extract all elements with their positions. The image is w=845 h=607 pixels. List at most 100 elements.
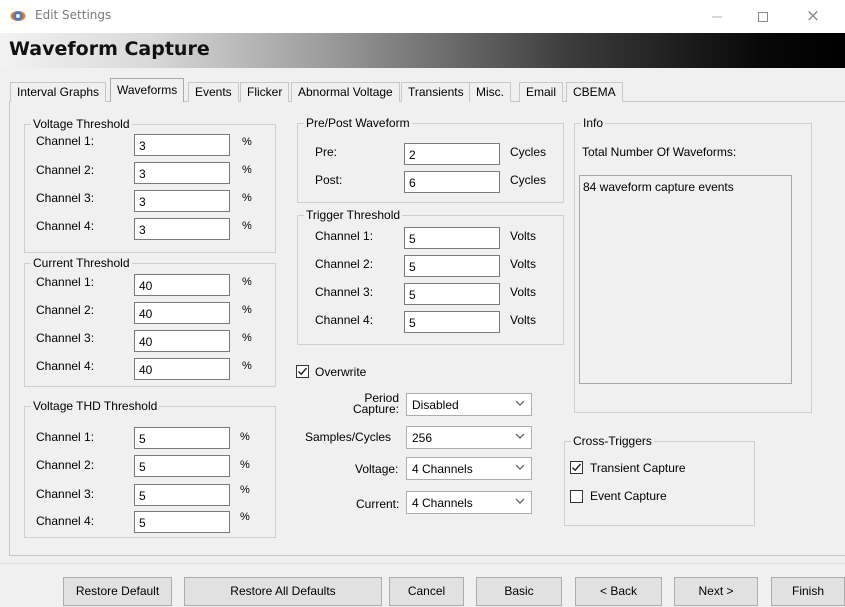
current-ch2-input[interactable]: 40 bbox=[134, 302, 230, 324]
voltage-thd-threshold-title: Voltage THD Threshold bbox=[31, 399, 160, 413]
cancel-button[interactable]: Cancel bbox=[389, 577, 464, 606]
tab-flicker[interactable]: Flicker bbox=[240, 82, 290, 102]
voltage-ch3-unit: % bbox=[242, 192, 252, 204]
trigger-ch1-input[interactable]: 5 bbox=[404, 227, 500, 249]
overwrite-checkbox[interactable] bbox=[296, 365, 309, 378]
period-capture-label-line2: Capture: bbox=[352, 402, 399, 416]
thd-ch2-input[interactable]: 5 bbox=[134, 455, 230, 477]
trigger-ch4-label: Channel 4: bbox=[315, 313, 374, 327]
basic-button[interactable]: Basic bbox=[476, 577, 562, 606]
cross-triggers-title: Cross-Triggers bbox=[571, 434, 654, 448]
pre-post-waveform-title: Pre/Post Waveform bbox=[304, 116, 412, 130]
current-ch4-input[interactable]: 40 bbox=[134, 358, 230, 380]
total-waveforms-label: Total Number Of Waveforms: bbox=[582, 145, 737, 159]
tab-interval-graphs[interactable]: Interval Graphs bbox=[10, 82, 107, 102]
thd-ch4-unit: % bbox=[240, 511, 250, 523]
next-button[interactable]: Next > bbox=[674, 577, 758, 606]
current-ch1-input[interactable]: 40 bbox=[134, 274, 230, 296]
voltage-ch1-input[interactable]: 3 bbox=[134, 134, 230, 156]
thd-ch2-unit: % bbox=[240, 459, 250, 471]
minimize-button[interactable] bbox=[694, 0, 740, 33]
window-title: Edit Settings bbox=[35, 8, 112, 22]
list-item: 84 waveform capture events bbox=[583, 180, 734, 194]
page-title: Waveform Capture bbox=[9, 38, 210, 60]
voltage-select[interactable]: 4 Channels bbox=[406, 457, 532, 480]
current-ch4-unit: % bbox=[242, 360, 252, 372]
pre-input[interactable]: 2 bbox=[404, 143, 500, 165]
trigger-ch4-input[interactable]: 5 bbox=[404, 311, 500, 333]
period-capture-select[interactable]: Disabled bbox=[406, 393, 532, 416]
trigger-ch4-unit: Volts bbox=[510, 313, 537, 327]
post-input[interactable]: 6 bbox=[404, 171, 500, 193]
current-ch1-label: Channel 1: bbox=[36, 275, 95, 289]
overwrite-label: Overwrite bbox=[315, 365, 367, 379]
trigger-ch3-label: Channel 3: bbox=[315, 285, 374, 299]
voltage-ch1-unit: % bbox=[242, 136, 252, 148]
voltage-ch4-label: Channel 4: bbox=[36, 219, 95, 233]
checkmark-icon bbox=[572, 463, 582, 472]
tab-events[interactable]: Events bbox=[188, 82, 239, 102]
finish-button[interactable]: Finish bbox=[771, 577, 845, 606]
trigger-ch3-unit: Volts bbox=[510, 285, 537, 299]
event-capture-checkbox[interactable] bbox=[570, 490, 583, 503]
thd-ch1-label: Channel 1: bbox=[36, 430, 95, 444]
minimize-icon bbox=[712, 16, 722, 18]
current-label: Current: bbox=[356, 497, 400, 511]
trigger-ch2-label: Channel 2: bbox=[315, 257, 374, 271]
voltage-ch1-label: Channel 1: bbox=[36, 134, 95, 148]
thd-ch4-label: Channel 4: bbox=[36, 514, 95, 528]
maximize-icon bbox=[758, 12, 768, 22]
tab-waveforms[interactable]: Waveforms bbox=[110, 78, 185, 102]
post-unit: Cycles bbox=[510, 173, 547, 187]
trigger-ch3-input[interactable]: 5 bbox=[404, 283, 500, 305]
chevron-down-icon bbox=[515, 400, 525, 406]
voltage-ch2-unit: % bbox=[242, 164, 252, 176]
thd-ch3-label: Channel 3: bbox=[36, 487, 95, 501]
transient-capture-checkbox[interactable] bbox=[570, 461, 583, 474]
trigger-ch1-unit: Volts bbox=[510, 229, 537, 243]
samples-cycles-label: Samples/Cycles bbox=[305, 430, 392, 444]
trigger-ch1-label: Channel 1: bbox=[315, 229, 374, 243]
voltage-ch4-unit: % bbox=[242, 220, 252, 232]
restore-all-defaults-button[interactable]: Restore All Defaults bbox=[184, 577, 382, 606]
tab-transients[interactable]: Transients bbox=[401, 82, 471, 102]
thd-ch1-unit: % bbox=[240, 431, 250, 443]
header-banner: Waveform Capture bbox=[0, 33, 845, 68]
chevron-down-icon bbox=[515, 498, 525, 504]
voltage-ch2-input[interactable]: 3 bbox=[134, 162, 230, 184]
voltage-ch4-input[interactable]: 3 bbox=[134, 218, 230, 240]
back-button[interactable]: < Back bbox=[575, 577, 662, 606]
voltage-ch3-input[interactable]: 3 bbox=[134, 190, 230, 212]
restore-default-button[interactable]: Restore Default bbox=[63, 577, 172, 606]
waveform-events-list[interactable]: 84 waveform capture events bbox=[579, 175, 792, 384]
current-ch2-label: Channel 2: bbox=[36, 303, 95, 317]
tab-misc[interactable]: Misc. bbox=[469, 82, 511, 102]
trigger-ch2-input[interactable]: 5 bbox=[404, 255, 500, 277]
close-icon: × bbox=[805, 6, 821, 26]
thd-ch4-input[interactable]: 5 bbox=[134, 511, 230, 533]
tab-cbema[interactable]: CBEMA bbox=[566, 82, 623, 102]
voltage-threshold-title: Voltage Threshold bbox=[31, 117, 132, 131]
voltage-label: Voltage: bbox=[355, 462, 399, 476]
samples-cycles-select[interactable]: 256 bbox=[406, 426, 532, 449]
tab-email[interactable]: Email bbox=[519, 82, 564, 102]
event-capture-label: Event Capture bbox=[590, 489, 667, 503]
pre-unit: Cycles bbox=[510, 145, 547, 159]
chevron-down-icon bbox=[515, 433, 525, 439]
period-capture-value: Disabled bbox=[412, 398, 459, 412]
chevron-down-icon bbox=[515, 464, 525, 470]
current-select[interactable]: 4 Channels bbox=[406, 491, 532, 514]
thd-ch1-input[interactable]: 5 bbox=[134, 427, 230, 449]
thd-ch2-label: Channel 2: bbox=[36, 458, 95, 472]
close-button[interactable]: × bbox=[790, 0, 836, 33]
checkmark-icon bbox=[298, 367, 308, 376]
thd-ch3-unit: % bbox=[240, 484, 250, 496]
current-value: 4 Channels bbox=[412, 496, 473, 510]
thd-ch3-input[interactable]: 5 bbox=[134, 484, 230, 506]
current-ch3-input[interactable]: 40 bbox=[134, 330, 230, 352]
info-title: Info bbox=[581, 116, 606, 130]
tab-abnormal-voltage[interactable]: Abnormal Voltage bbox=[291, 82, 400, 102]
current-ch3-unit: % bbox=[242, 332, 252, 344]
maximize-button[interactable] bbox=[740, 0, 786, 33]
trigger-threshold-title: Trigger Threshold bbox=[304, 208, 403, 222]
